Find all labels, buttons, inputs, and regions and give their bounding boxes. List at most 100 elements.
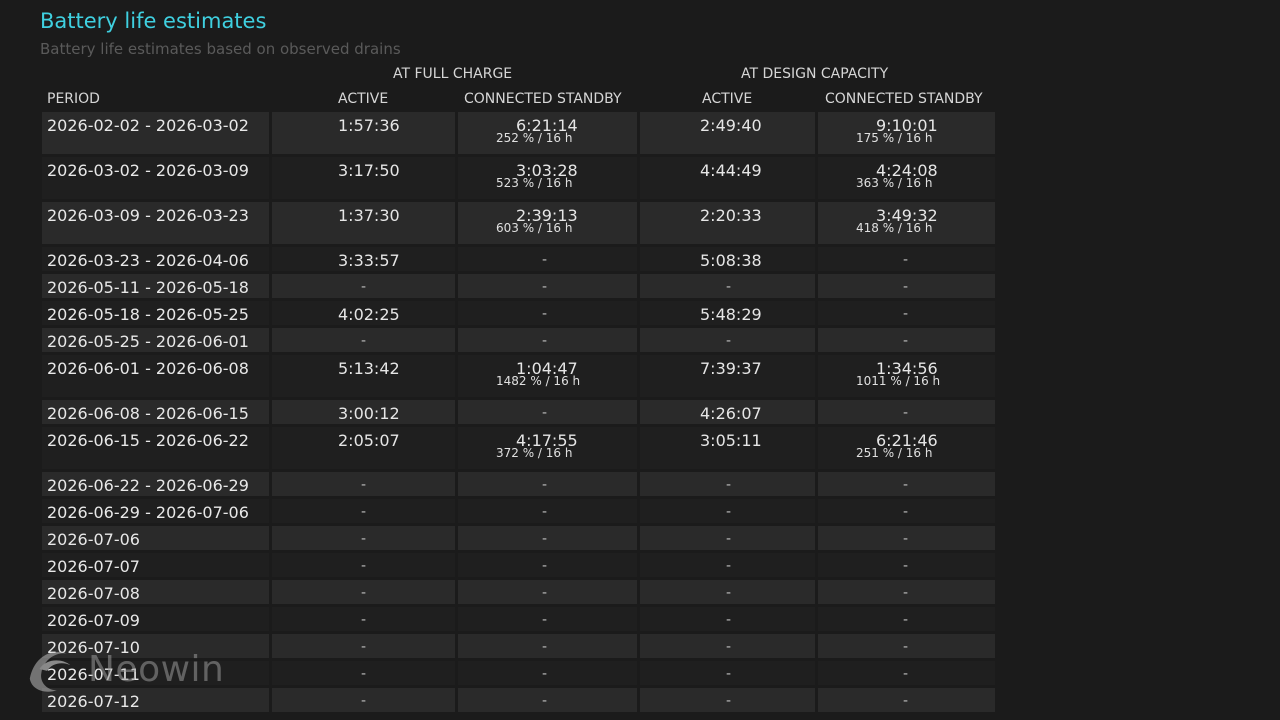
period-cell: 2026-06-08 - 2026-06-15 (42, 400, 269, 424)
table-row: 2026-07-07 - - - - (42, 553, 995, 577)
standby-design-cell: - (818, 472, 995, 496)
standby-full-cell-drain: 523 % / 16 h (496, 176, 573, 190)
active-design-cell: 2:49:40 (640, 112, 815, 154)
standby-full-cell-drain: 1482 % / 16 h (496, 374, 581, 388)
active-design-cell: 4:44:49 (640, 157, 815, 199)
table-row: 2026-06-22 - 2026-06-29 - - - - (42, 472, 995, 496)
active-full-cell-value: - (361, 279, 367, 295)
standby-full-cell-value: - (542, 531, 548, 547)
standby-full-cell-value: - (542, 405, 548, 421)
standby-design-cell-value: - (903, 333, 909, 349)
active-full-cell-value: 3:00:12 (338, 404, 400, 423)
period-cell: 2026-06-15 - 2026-06-22 (42, 427, 269, 469)
column-header-active-design: ACTIVE (702, 91, 753, 107)
standby-design-cell-value: - (903, 306, 909, 322)
standby-full-cell: 2:39:13 603 % / 16 h (458, 202, 637, 244)
period-cell: 2026-07-06 (42, 526, 269, 550)
table-row: 2026-06-15 - 2026-06-22 2:05:07 4:17:55 372… (42, 427, 995, 469)
period-cell: 2026-06-01 - 2026-06-08 (42, 355, 269, 397)
active-design-cell-value: 5:48:29 (700, 305, 762, 324)
standby-full-cell-drain: 372 % / 16 h (496, 446, 573, 460)
active-full-cell-value: - (361, 558, 367, 574)
standby-full-cell-value: - (542, 279, 548, 295)
standby-full-cell-value: - (542, 333, 548, 349)
active-full-cell: - (272, 553, 455, 577)
standby-full-cell: 3:03:28 523 % / 16 h (458, 157, 637, 199)
active-design-cell-value: - (726, 531, 732, 547)
standby-full-cell: - (458, 328, 637, 352)
standby-full-cell: - (458, 688, 637, 712)
active-full-cell-value: - (361, 585, 367, 601)
standby-full-cell-value: - (542, 639, 548, 655)
period-cell: 2026-07-08 (42, 580, 269, 604)
active-full-cell: 1:37:30 (272, 202, 455, 244)
standby-design-cell-value: - (903, 504, 909, 520)
active-design-cell-value: - (726, 279, 732, 295)
period-cell: 2026-03-09 - 2026-03-23 (42, 202, 269, 244)
standby-design-cell: - (818, 301, 995, 325)
standby-full-cell-drain: 603 % / 16 h (496, 221, 573, 235)
standby-full-cell: - (458, 472, 637, 496)
standby-design-cell: - (818, 328, 995, 352)
active-full-cell-value: 1:37:30 (338, 206, 400, 225)
active-design-cell-value: - (726, 477, 732, 493)
standby-design-cell: - (818, 607, 995, 631)
table-row: 2026-05-18 - 2026-05-25 4:02:25 - 5:48:29 - (42, 301, 995, 325)
standby-design-cell-value: - (903, 666, 909, 682)
standby-full-cell: - (458, 526, 637, 550)
active-full-cell: - (272, 580, 455, 604)
active-design-cell-value: - (726, 639, 732, 655)
active-design-cell: - (640, 580, 815, 604)
active-design-cell: 5:08:38 (640, 247, 815, 271)
period-cell: 2026-05-18 - 2026-05-25 (42, 301, 269, 325)
active-full-cell: 3:33:57 (272, 247, 455, 271)
column-header-standby-design: CONNECTED STANDBY (825, 91, 983, 107)
standby-design-cell-value: - (903, 693, 909, 709)
standby-design-cell-value: - (903, 612, 909, 628)
table-row: 2026-05-25 - 2026-06-01 - - - - (42, 328, 995, 352)
page-title: Battery life estimates (40, 9, 267, 33)
active-full-cell: - (272, 526, 455, 550)
active-full-cell: - (272, 688, 455, 712)
active-full-cell-value: - (361, 477, 367, 493)
standby-full-cell: 4:17:55 372 % / 16 h (458, 427, 637, 469)
standby-full-cell: 6:21:14 252 % / 16 h (458, 112, 637, 154)
standby-design-cell-drain: 363 % / 16 h (856, 176, 933, 190)
active-design-cell: 5:48:29 (640, 301, 815, 325)
page-subtitle: Battery life estimates based on observed… (40, 40, 401, 58)
active-full-cell: - (272, 634, 455, 658)
active-full-cell: - (272, 499, 455, 523)
column-header-period: PERIOD (47, 91, 100, 107)
active-design-cell-value: - (726, 333, 732, 349)
active-design-cell-value: - (726, 693, 732, 709)
standby-full-cell-value: - (542, 252, 548, 268)
standby-full-cell-drain: 252 % / 16 h (496, 131, 573, 145)
period-cell: 2026-03-02 - 2026-03-09 (42, 157, 269, 199)
standby-design-cell: - (818, 526, 995, 550)
active-design-cell: 3:05:11 (640, 427, 815, 469)
active-design-cell-value: - (726, 666, 732, 682)
active-full-cell: 3:17:50 (272, 157, 455, 199)
standby-design-cell-value: - (903, 558, 909, 574)
standby-full-cell-value: - (542, 504, 548, 520)
active-design-cell-value: 7:39:37 (700, 359, 762, 378)
standby-design-cell-value: - (903, 531, 909, 547)
table-row: 2026-06-29 - 2026-07-06 - - - - (42, 499, 995, 523)
neowin-logo-icon (29, 651, 71, 692)
active-full-cell: 4:02:25 (272, 301, 455, 325)
active-design-cell-value: 4:26:07 (700, 404, 762, 423)
table-row: 2026-07-09 - - - - (42, 607, 995, 631)
standby-full-cell: 1:04:47 1482 % / 16 h (458, 355, 637, 397)
standby-design-cell-drain: 1011 % / 16 h (856, 374, 941, 388)
watermark: Neowin (24, 640, 224, 698)
active-design-cell: - (640, 526, 815, 550)
standby-full-cell-value: - (542, 612, 548, 628)
standby-design-cell-value: - (903, 477, 909, 493)
standby-design-cell: 9:10:01 175 % / 16 h (818, 112, 995, 154)
active-full-cell-value: - (361, 504, 367, 520)
active-design-cell-value: 2:20:33 (700, 206, 762, 225)
active-full-cell: 3:00:12 (272, 400, 455, 424)
active-design-cell: - (640, 553, 815, 577)
active-design-cell: - (640, 688, 815, 712)
active-design-cell-value: - (726, 558, 732, 574)
